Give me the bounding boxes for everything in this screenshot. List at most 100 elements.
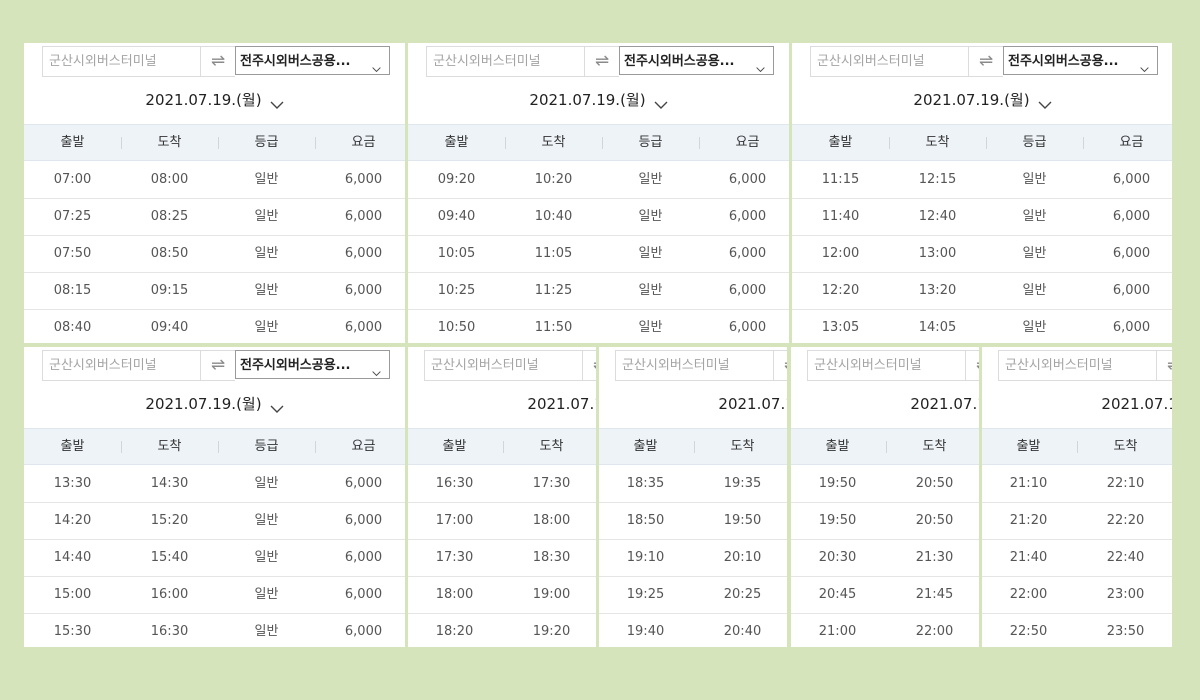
- column-header: 출발: [633, 439, 658, 454]
- timetable-panel: 군산시외버스터미널⇌2021.07.19.(월)출발도착19:5020:5019…: [791, 347, 979, 647]
- table-cell: 21:45: [915, 587, 954, 602]
- table-row[interactable]: 10:50 11:50 일반 6,000: [408, 310, 789, 343]
- table-row[interactable]: 15:00 16:00 일반 6,000: [24, 577, 405, 614]
- date-selector[interactable]: 2021.07.19.(월): [791, 393, 979, 417]
- table-row[interactable]: 21:20 22:20: [982, 503, 1172, 540]
- table-row[interactable]: 21:10 22:10: [982, 466, 1172, 503]
- column-header: 도착: [157, 135, 182, 150]
- departure-input[interactable]: 군산시외버스터미널: [810, 46, 974, 77]
- table-row[interactable]: 09:20 10:20 일반 6,000: [408, 162, 789, 199]
- table-cell: 13:05: [821, 320, 860, 335]
- departure-input[interactable]: 군산시외버스터미널: [42, 46, 206, 77]
- swap-icon[interactable]: ⇌: [200, 350, 235, 381]
- table-row[interactable]: 10:05 11:05 일반 6,000: [408, 236, 789, 273]
- table-row[interactable]: 14:20 15:20 일반 6,000: [24, 503, 405, 540]
- departure-input[interactable]: 군산시외버스터미널: [424, 350, 588, 381]
- table-row[interactable]: 20:30 21:30: [791, 540, 979, 577]
- swap-icon[interactable]: ⇌: [773, 350, 787, 381]
- table-row[interactable]: 07:25 08:25 일반 6,000: [24, 199, 405, 236]
- table-row[interactable]: 12:20 13:20 일반 6,000: [792, 273, 1172, 310]
- departure-input[interactable]: 군산시외버스터미널: [42, 350, 206, 381]
- table-cell: 07:00: [53, 172, 92, 187]
- route-search-bar: 군산시외버스터미널 ⇌ 전주시외버스공용...: [42, 46, 390, 77]
- date-selector[interactable]: 2021.07.19.(월): [408, 89, 789, 113]
- table-row[interactable]: 17:30 18:30: [408, 540, 596, 577]
- arrival-select[interactable]: 전주시외버스공용...: [1003, 46, 1158, 75]
- swap-icon[interactable]: ⇌: [200, 46, 235, 77]
- table-row[interactable]: 16:30 17:30: [408, 466, 596, 503]
- table-row[interactable]: 10:25 11:25 일반 6,000: [408, 273, 789, 310]
- table-row[interactable]: 15:30 16:30 일반 6,000: [24, 614, 405, 647]
- swap-icon[interactable]: ⇌: [584, 46, 619, 77]
- swap-icon[interactable]: ⇌: [965, 350, 979, 381]
- swap-icon[interactable]: ⇌: [582, 350, 596, 381]
- date-selector[interactable]: 2021.07.19.(월): [792, 89, 1172, 113]
- table-cell: 일반: [254, 513, 279, 528]
- arrival-select[interactable]: 전주시외버스공용...: [619, 46, 774, 75]
- table-cell: 10:05: [437, 246, 476, 261]
- table-cell: 22:50: [1009, 624, 1048, 639]
- departure-input[interactable]: 군산시외버스터미널: [615, 350, 779, 381]
- table-row[interactable]: 13:05 14:05 일반 6,000: [792, 310, 1172, 343]
- table-cell: 6,000: [344, 624, 383, 639]
- date-selector[interactable]: 2021.07.19.(월): [24, 89, 405, 113]
- timetable-panel: 군산시외버스터미널 ⇌ 전주시외버스공용... 2021.07.19.(월) 출발 도착 등…: [24, 43, 405, 343]
- table-row[interactable]: 18:35 19:35: [599, 466, 787, 503]
- swap-icon[interactable]: ⇌: [968, 46, 1003, 77]
- table-row[interactable]: 19:40 20:40: [599, 614, 787, 647]
- table-row[interactable]: 07:00 08:00 일반 6,000: [24, 162, 405, 199]
- departure-input[interactable]: 군산시외버스터미널: [426, 46, 590, 77]
- column-header: 도착: [539, 439, 564, 454]
- table-row[interactable]: 17:00 18:00: [408, 503, 596, 540]
- arrival-select[interactable]: 전주시외버스공용...: [235, 46, 390, 75]
- table-row[interactable]: 09:40 10:40 일반 6,000: [408, 199, 789, 236]
- date-label: 2021.07.19.(월): [529, 91, 646, 109]
- table-cell: 6,000: [1112, 320, 1151, 335]
- column-header: 도착: [922, 439, 947, 454]
- table-row[interactable]: 21:00 22:00: [791, 614, 979, 647]
- arrival-select[interactable]: 전주시외버스공용...: [235, 350, 390, 379]
- table-cell: 17:00: [435, 513, 474, 528]
- table-row[interactable]: 20:45 21:45: [791, 577, 979, 614]
- route-search-bar: 군산시외버스터미널⇌: [807, 350, 979, 381]
- date-selector[interactable]: 2021.07.19.(월): [408, 393, 596, 417]
- table-row[interactable]: 07:50 08:50 일반 6,000: [24, 236, 405, 273]
- swap-icon[interactable]: ⇌: [1156, 350, 1172, 381]
- date-label: 2021.07.19.(월): [910, 395, 979, 413]
- table-row[interactable]: 19:25 20:25: [599, 577, 787, 614]
- table-row[interactable]: 22:00 23:00: [982, 577, 1172, 614]
- timetable-panel: 군산시외버스터미널 ⇌ 전주시외버스공용... 2021.07.19.(월) 출발 도착 등…: [408, 43, 789, 343]
- table-cell: 19:50: [723, 513, 762, 528]
- table-cell: 6,000: [344, 209, 383, 224]
- table-row[interactable]: 08:15 09:15 일반 6,000: [24, 273, 405, 310]
- table-cell: 6,000: [1112, 209, 1151, 224]
- table-cell: 07:25: [53, 209, 92, 224]
- date-label: 2021.07.19.(월): [1101, 395, 1172, 413]
- table-row[interactable]: 11:40 12:40 일반 6,000: [792, 199, 1172, 236]
- table-row[interactable]: 13:30 14:30 일반 6,000: [24, 466, 405, 503]
- table-row[interactable]: 11:15 12:15 일반 6,000: [792, 162, 1172, 199]
- table-row[interactable]: 21:40 22:40: [982, 540, 1172, 577]
- table-row[interactable]: 18:00 19:00: [408, 577, 596, 614]
- table-cell: 6,000: [728, 283, 767, 298]
- column-header: 요금: [735, 135, 760, 150]
- date-selector[interactable]: 2021.07.19.(월): [599, 393, 787, 417]
- column-divider: [121, 441, 122, 453]
- column-header: 요금: [351, 135, 376, 150]
- table-row[interactable]: 08:40 09:40 일반 6,000: [24, 310, 405, 343]
- table-row[interactable]: 19:50 20:50: [791, 466, 979, 503]
- table-row[interactable]: 18:50 19:50: [599, 503, 787, 540]
- table-header: 출발 도착 등급 요금: [24, 124, 405, 161]
- departure-input[interactable]: 군산시외버스터미널: [807, 350, 971, 381]
- table-row[interactable]: 19:50 20:50: [791, 503, 979, 540]
- table-row[interactable]: 19:10 20:10: [599, 540, 787, 577]
- table-row[interactable]: 14:40 15:40 일반 6,000: [24, 540, 405, 577]
- table-row[interactable]: 22:50 23:50: [982, 614, 1172, 647]
- table-row[interactable]: 18:20 19:20: [408, 614, 596, 647]
- date-selector[interactable]: 2021.07.19.(월): [24, 393, 405, 417]
- table-cell: 12:20: [821, 283, 860, 298]
- date-selector[interactable]: 2021.07.19.(월): [982, 393, 1172, 417]
- table-row[interactable]: 12:00 13:00 일반 6,000: [792, 236, 1172, 273]
- departure-input[interactable]: 군산시외버스터미널: [998, 350, 1162, 381]
- table-cell: 6,000: [344, 172, 383, 187]
